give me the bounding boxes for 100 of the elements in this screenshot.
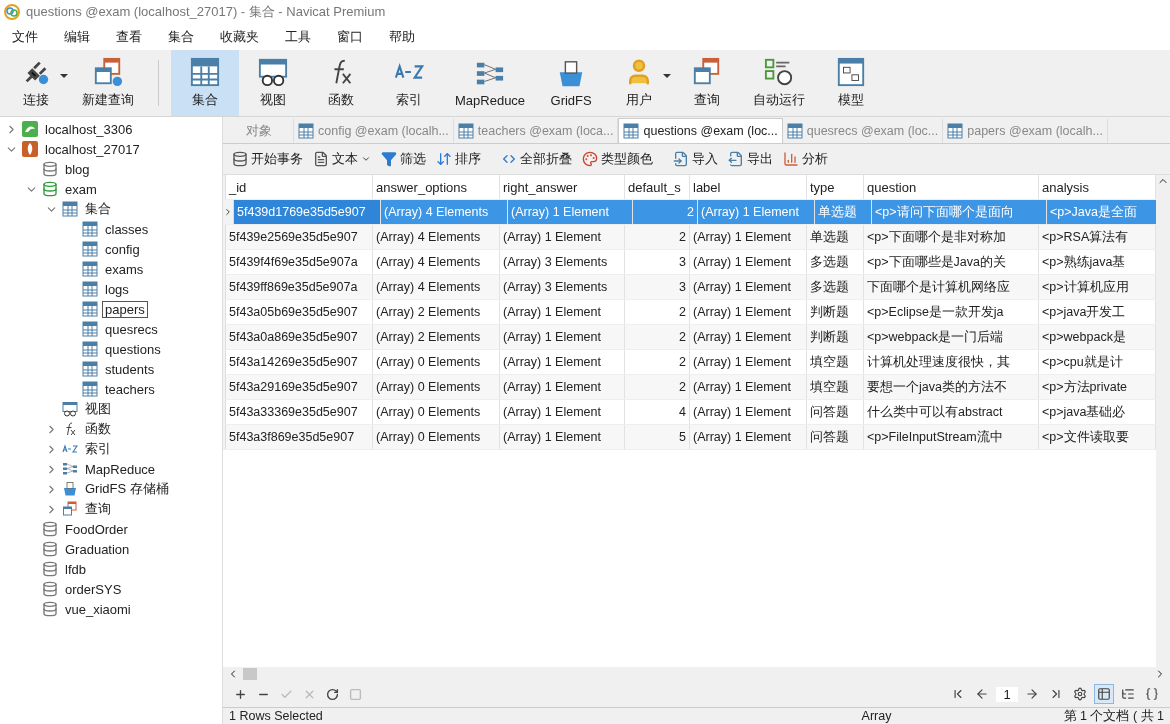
menu-item[interactable]: 工具	[277, 28, 319, 46]
scrollbar-thumb[interactable]	[243, 668, 257, 680]
table-cell: 2	[625, 375, 690, 399]
table-icon	[62, 201, 78, 217]
menu-item[interactable]: 帮助	[381, 28, 423, 46]
tree-item[interactable]: localhost_27017	[42, 140, 143, 158]
column-header[interactable]: default_s	[625, 175, 690, 199]
table-cell: 填空题	[807, 375, 864, 399]
toolbar-button[interactable]: 集合	[171, 50, 239, 116]
glasses-table-icon	[62, 401, 78, 417]
table-cell: (Array) 4 Elements	[373, 250, 500, 274]
tree-item[interactable]: students	[102, 360, 158, 378]
column-header[interactable]: answer_options	[373, 175, 500, 199]
document-icon	[313, 151, 329, 167]
table-icon	[298, 123, 314, 139]
caret-icon[interactable]	[361, 154, 371, 164]
export-icon	[728, 151, 744, 167]
leaf-icon	[22, 141, 38, 157]
status-text: 第 1 个文档 ( 共 1	[1062, 707, 1165, 724]
action-button[interactable]: 分析	[780, 148, 831, 170]
table-cell: (Array) 1 Element	[500, 225, 625, 249]
tree-item[interactable]: localhost_3306	[42, 120, 136, 138]
tree-item[interactable]: config	[102, 240, 143, 258]
table-cell: (Array) 4 Elements	[373, 275, 500, 299]
tree-item[interactable]: lfdb	[62, 560, 89, 578]
page-number[interactable]: 1	[996, 686, 1018, 702]
table-cell: (Array) 1 Element	[500, 375, 625, 399]
table-cell: 5f43a14269e35d5e907	[226, 350, 373, 374]
tree-item[interactable]: 索引	[82, 439, 114, 459]
action-button[interactable]: 筛选	[378, 148, 429, 170]
table-cell: (Array) 4 Elements	[373, 225, 500, 249]
database-icon	[42, 161, 58, 177]
column-header[interactable]: question	[864, 175, 1039, 199]
database-icon	[42, 561, 58, 577]
table-cell: (Array) 1 Element	[690, 400, 807, 424]
toolbar-button[interactable]: 查询	[673, 50, 742, 116]
tree-item[interactable]: exams	[102, 260, 147, 278]
table-icon	[82, 321, 98, 337]
action-button[interactable]: 排序	[433, 148, 484, 170]
action-button[interactable]: 类型颜色	[579, 148, 656, 170]
toolbar-button[interactable]: 新建查询	[70, 50, 146, 116]
database-icon	[232, 151, 248, 167]
toolbar-button[interactable]: 连接	[2, 50, 70, 116]
toolbar-button[interactable]: 函数	[307, 50, 375, 116]
toolbar-button[interactable]: MapReduce	[443, 50, 538, 116]
bar-chart-icon	[783, 151, 799, 167]
tree-item[interactable]: FoodOrder	[62, 520, 131, 538]
tree-item[interactable]: 视图	[82, 399, 114, 419]
column-header[interactable]: right_answer	[500, 175, 625, 199]
table-cell: 5f43a33369e35d5e907	[226, 400, 373, 424]
tree-item[interactable]: blog	[62, 160, 93, 178]
tree-item[interactable]: 查询	[82, 499, 114, 519]
table-icon	[82, 261, 98, 277]
bucket-icon	[62, 481, 78, 497]
column-header[interactable]: label	[690, 175, 807, 199]
table-icon	[82, 341, 98, 357]
action-button[interactable]: 导出	[725, 148, 776, 170]
toolbar-button[interactable]: 自动运行	[741, 50, 818, 116]
diagram-icon	[836, 57, 867, 87]
table-cell: (Array) 1 Element	[500, 350, 625, 374]
menu-item[interactable]: 收藏夹	[212, 28, 267, 46]
action-button[interactable]: 导入	[670, 148, 721, 170]
tree-item[interactable]: papers	[102, 300, 148, 318]
table-icon	[82, 221, 98, 237]
tree-item[interactable]: Graduation	[62, 540, 133, 558]
table-icon	[623, 123, 640, 139]
grid-view-icon[interactable]	[1094, 684, 1114, 704]
menu-item[interactable]: 查看	[108, 28, 150, 46]
table-cell: (Array) 1 Element	[690, 250, 807, 274]
column-header[interactable]: type	[807, 175, 864, 199]
tree-item[interactable]: 函数	[82, 419, 114, 439]
action-button[interactable]: 文本	[310, 148, 374, 170]
menu-item[interactable]: 编辑	[56, 28, 98, 46]
action-button[interactable]: 开始事务	[229, 148, 306, 170]
table-cell: 5f43a05b69e35d5e907	[226, 300, 373, 324]
menu-item[interactable]: 文件	[4, 28, 46, 46]
tree-item[interactable]: quesrecs	[102, 320, 161, 338]
tree-item[interactable]: questions	[102, 340, 164, 358]
tree-item[interactable]: GridFS 存储桶	[82, 479, 172, 499]
toolbar-button[interactable]: 模型	[817, 50, 886, 116]
table-cell: <p>下面哪个是非对称加	[864, 225, 1039, 249]
toolbar-button[interactable]: GridFS	[537, 50, 606, 116]
tree-item[interactable]: vue_xiaomi	[62, 600, 134, 618]
menu-item[interactable]: 集合	[160, 28, 202, 46]
tree-item[interactable]: 集合	[82, 199, 114, 219]
table-icon	[82, 241, 98, 257]
tree-item[interactable]: classes	[102, 220, 152, 238]
action-button[interactable]: 全部折叠	[498, 148, 575, 170]
tree-item[interactable]: teachers	[102, 380, 158, 398]
menu-item[interactable]: 窗口	[329, 28, 371, 46]
tree-item[interactable]: exam	[62, 180, 100, 198]
tab[interactable]: questions @exam (loc...	[618, 118, 783, 143]
tree-item[interactable]: MapReduce	[82, 460, 159, 478]
toolbar-button[interactable]: 用户	[605, 50, 674, 116]
tree-item[interactable]: orderSYS	[62, 580, 125, 598]
column-header[interactable]: _id	[226, 175, 373, 199]
tree-item[interactable]: logs	[102, 280, 132, 298]
table-cell: (Array) 3 Elements	[500, 275, 625, 299]
toolbar-button[interactable]: 索引	[375, 50, 443, 116]
toolbar-button[interactable]: 视图	[239, 50, 307, 116]
